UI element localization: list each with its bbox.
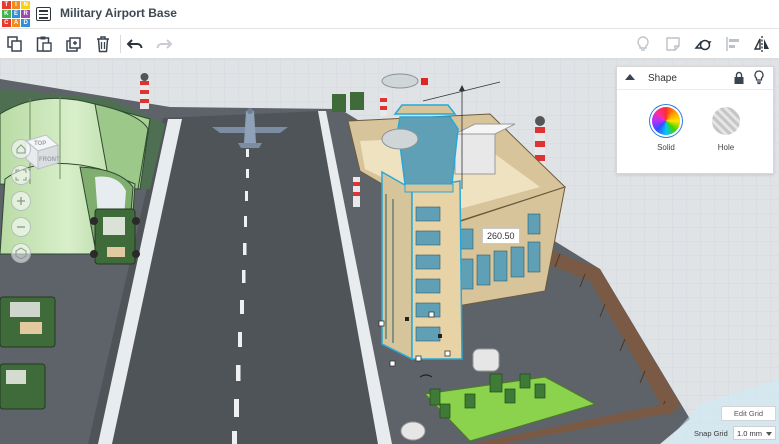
copy-icon[interactable] (4, 33, 26, 55)
align-icon[interactable] (722, 33, 744, 55)
snap-grid-value: 1.0 mm (737, 428, 763, 438)
snap-grid-label: Snap Grid (694, 429, 728, 438)
chevron-down-icon (766, 432, 772, 436)
redo-icon[interactable] (153, 33, 175, 55)
light-bulb-icon[interactable] (753, 70, 765, 85)
collapse-arrow-icon[interactable] (625, 74, 635, 80)
solid-label: Solid (657, 143, 675, 152)
workplane-icon[interactable] (692, 33, 714, 55)
dimension-label[interactable]: 260.50 (482, 228, 520, 244)
note-icon[interactable] (662, 33, 684, 55)
zoom-in-icon[interactable] (11, 191, 31, 211)
logo-letter: N (21, 1, 30, 9)
paste-icon[interactable] (33, 33, 55, 55)
logo-letter: C (2, 19, 11, 27)
light-bulb-icon[interactable] (632, 33, 654, 55)
undo-icon[interactable] (124, 33, 146, 55)
home-icon[interactable] (11, 139, 31, 159)
viewcube-top-label: TOP (34, 141, 46, 147)
hole-swatch[interactable] (712, 107, 740, 135)
solid-color-swatch[interactable] (652, 107, 680, 135)
toolbar-divider (120, 35, 121, 53)
logo-letter: A (11, 19, 21, 27)
edit-grid-button[interactable]: Edit Grid (721, 406, 776, 421)
tinkercad-logo[interactable]: T I N K E R C A D (2, 1, 30, 27)
app-header: T I N K E R C A D Military Airport Base (0, 0, 779, 29)
fit-view-icon[interactable] (11, 165, 31, 185)
viewcube-front-label: FRONT (39, 157, 60, 163)
zoom-out-icon[interactable] (11, 217, 31, 237)
logo-letter: K (2, 10, 11, 18)
shape-inspector: Shape Solid Hole (616, 66, 774, 174)
design-title[interactable]: Military Airport Base (60, 6, 177, 20)
logo-letter: T (2, 1, 11, 9)
logo-letter: R (21, 10, 30, 18)
edit-toolbar (0, 29, 779, 59)
design-list-icon[interactable] (36, 7, 51, 21)
logo-letter: D (21, 19, 30, 27)
hole-label: Hole (717, 143, 735, 152)
lock-icon[interactable] (733, 71, 745, 85)
logo-letter: E (11, 10, 21, 18)
orthographic-icon[interactable] (11, 243, 31, 263)
logo-letter: I (11, 1, 21, 9)
mirror-icon[interactable] (751, 33, 773, 55)
inspector-title: Shape (648, 73, 677, 84)
delete-icon[interactable] (92, 33, 114, 55)
snap-grid-select[interactable]: 1.0 mm (733, 426, 776, 440)
duplicate-icon[interactable] (63, 33, 85, 55)
inspector-divider (617, 89, 773, 90)
